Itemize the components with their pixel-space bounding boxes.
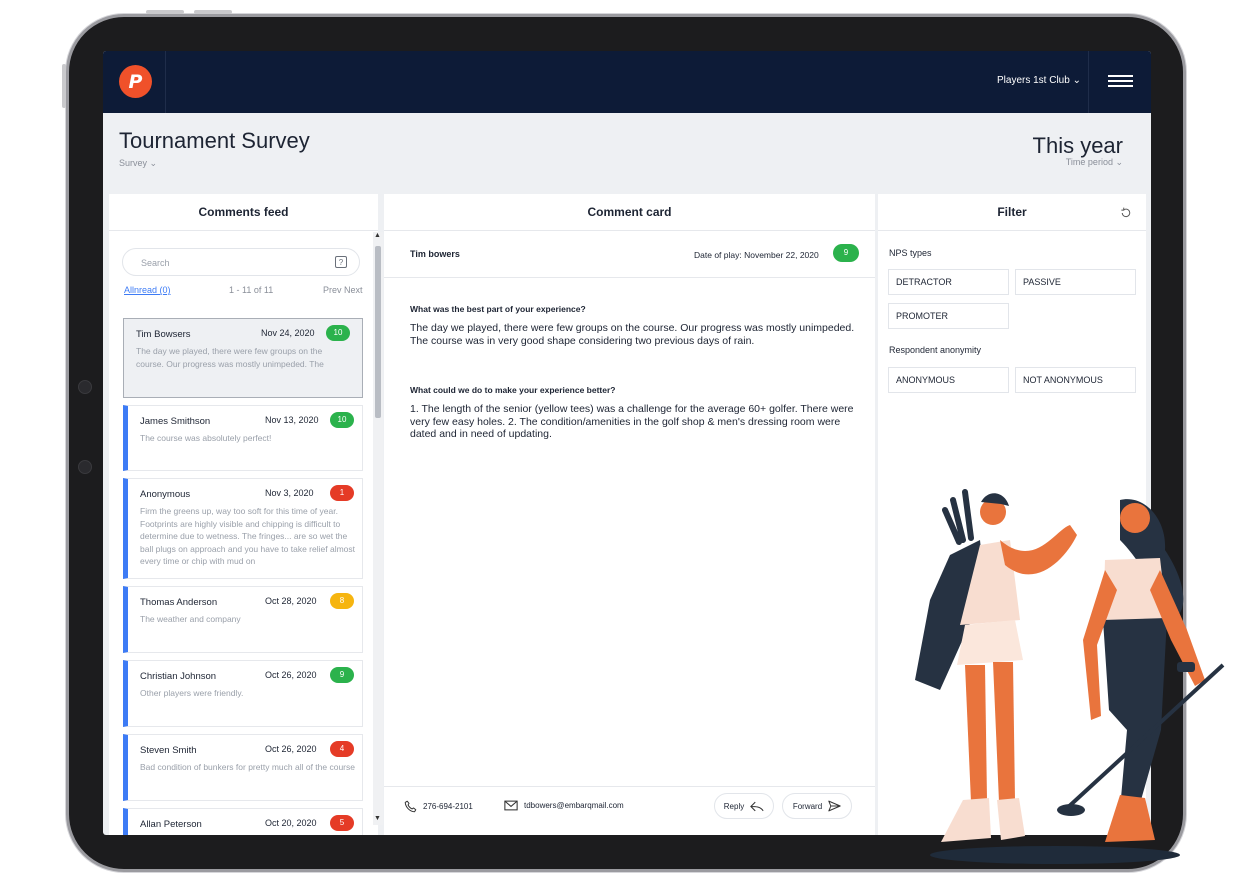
anonymity-chip-anonymous[interactable]: ANONYMOUS [888,367,1009,393]
menu-cell [1088,51,1151,113]
golfers-illustration [915,489,1225,864]
anonymity-label: Respondent anonymity [889,345,982,355]
date-of-play: Date of play: November 22, 2020 [694,250,819,260]
score-badge: 10 [330,412,354,428]
score-badge: 9 [833,244,859,262]
feed-item-name: Tim Bowsers [136,329,191,340]
feed-item-name: Anonymous [140,489,191,500]
comment-card-footer: 276-694-2101 tdbowers@embarqmail.com Rep… [384,786,875,826]
all-unread-link[interactable]: Allnread (0) [124,285,171,295]
feed-item[interactable]: Tim Bowsers Nov 24, 2020 10 The day we p… [123,318,363,398]
filter-title-text: Filter [997,205,1027,219]
search-placeholder: Search [141,258,170,268]
survey-selector[interactable]: Survey ⌄ [119,158,157,169]
filter-title: Filter [878,194,1146,231]
logo-cell: P [103,51,166,113]
forward-label: Forward [792,801,823,811]
mail-icon [504,800,518,811]
feed-item-name: Thomas Anderson [140,597,218,608]
nps-types-label: NPS types [889,248,932,258]
email-address: tdbowers@embarqmail.com [524,801,624,810]
feed-item[interactable]: Steven Smith Oct 26, 2020 4 Bad conditio… [123,734,363,801]
feed-item-date: Nov 24, 2020 [261,328,315,338]
score-badge: 10 [326,325,350,341]
feed-scrollbar[interactable]: ▲ ▼ [373,232,383,825]
hamburger-menu-icon[interactable] [1089,51,1151,113]
score-badge: 9 [330,667,354,683]
feed-item[interactable]: Thomas Anderson Oct 28, 2020 8 The weath… [123,586,363,653]
comment-card-title: Comment card [384,194,875,231]
survey-title: Tournament Survey [119,128,310,153]
tablet-top-button-2 [194,10,232,14]
score-badge: 8 [330,593,354,609]
email-contact[interactable]: tdbowers@embarqmail.com [504,800,624,811]
score-badge: 4 [330,741,354,757]
reset-icon[interactable] [1120,207,1132,219]
feed-item-name: Steven Smith [140,745,197,756]
comment-card-panel: Comment card Tim bowers Date of play: No… [384,194,875,835]
tablet-camera-1 [78,380,92,394]
comments-feed-title: Comments feed [109,194,378,231]
club-selector[interactable]: Players 1st Club ⌄ [997,75,1081,86]
feed-item-text: The weather and company [140,614,241,624]
feed-item-date: Oct 28, 2020 [265,596,317,606]
feed-range: 1 - 11 of 11 [229,285,274,295]
tablet-side-button [62,64,66,108]
feed-item-date: Nov 3, 2020 [265,488,314,498]
feed-item-date: Oct 26, 2020 [265,670,317,680]
send-icon [828,800,841,812]
respondent-name: Tim bowers [410,249,460,259]
pager-links[interactable]: Prev Next [323,285,363,295]
feed-item-text: The day we played, there were few groups… [136,346,324,369]
feed-item-text: Bad condition of bunkers for pretty much… [140,762,355,772]
question-2: What could we do to make your experience… [410,385,616,395]
scroll-down-icon[interactable]: ▼ [374,815,381,822]
tablet-camera-2 [78,460,92,474]
feed-item-name: Allan Peterson [140,819,202,830]
reply-label: Reply [723,801,745,811]
phone-number: 276-694-2101 [423,802,473,811]
scroll-up-icon[interactable]: ▲ [374,232,381,239]
feed-item-text: Other players were friendly. [140,688,244,698]
feed-item[interactable]: Anonymous Nov 3, 2020 1 Firm the greens … [123,478,363,579]
feed-item-text: Firm the greens up, way too soft for thi… [140,506,355,566]
top-nav-bar: P Players 1st Club ⌄ [103,51,1151,113]
anonymity-chip-not-anonymous[interactable]: NOT ANONYMOUS [1015,367,1136,393]
reply-button[interactable]: Reply [714,793,774,819]
reply-icon [750,801,764,811]
comment-card-body: Tim bowers Date of play: November 22, 20… [384,231,875,835]
comments-feed-panel: Comments feed Search ? Allnread (0) 1 - … [109,194,383,835]
period-title: This year [1032,133,1123,158]
score-badge: 1 [330,485,354,501]
phone-icon [404,800,417,813]
feed-item-date: Oct 20, 2020 [265,818,317,828]
brand-logo[interactable]: P [119,65,152,98]
tablet-top-button-1 [146,10,184,14]
divider [384,277,875,278]
help-icon[interactable]: ? [335,256,347,268]
feed-item-name: Christian Johnson [140,671,217,682]
feed-item[interactable]: James Smithson Nov 13, 2020 10 The cours… [123,405,363,471]
nps-chip-passive[interactable]: PASSIVE [1015,269,1136,295]
feed-item-text: The course was absolutely perfect! [140,433,272,443]
feed-item[interactable]: Christian Johnson Oct 26, 2020 9 Other p… [123,660,363,727]
question-1: What was the best part of your experienc… [410,304,586,314]
time-period-selector[interactable]: Time period ⌄ [1066,157,1123,168]
phone-contact[interactable]: 276-694-2101 [404,800,473,813]
answer-1: The day we played, there were few groups… [410,322,855,347]
answer-2: 1. The length of the senior (yellow tees… [410,403,854,440]
feed-item[interactable]: Allan Peterson Oct 20, 2020 5 [123,808,363,835]
score-badge: 5 [330,815,354,831]
search-input[interactable]: Search ? [122,248,360,276]
feed-item-date: Nov 13, 2020 [265,415,319,425]
feed-item-name: James Smithson [140,416,211,427]
feed-item-date: Oct 26, 2020 [265,744,317,754]
nps-chip-promoter[interactable]: PROMOTER [888,303,1009,329]
feed-scroll-thumb[interactable] [375,246,381,418]
forward-button[interactable]: Forward [782,793,852,819]
nps-chip-detractor[interactable]: DETRACTOR [888,269,1009,295]
